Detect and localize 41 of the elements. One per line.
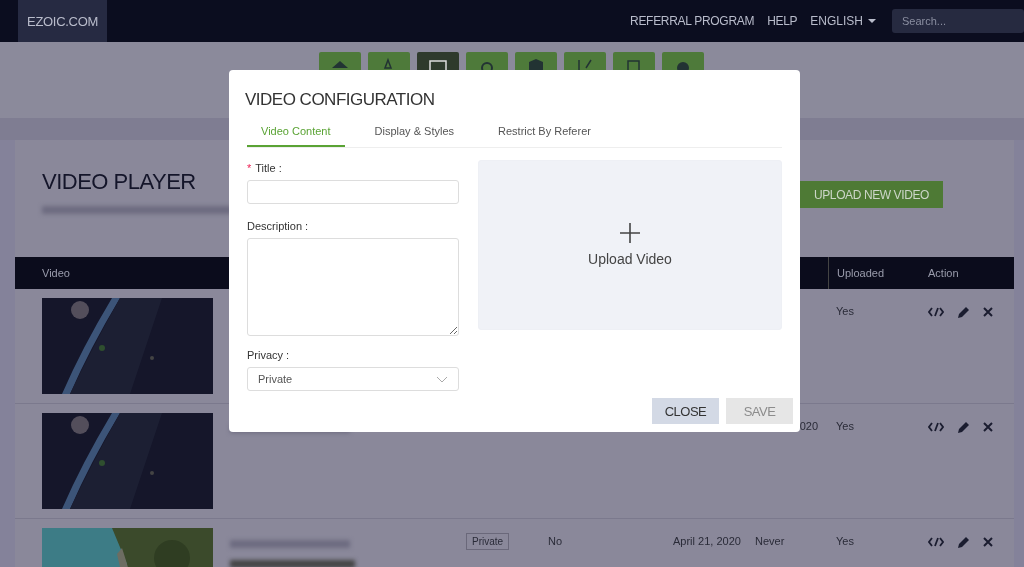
field-label: Privacy : xyxy=(247,349,290,361)
description-field[interactable] xyxy=(247,238,459,336)
required-mark: * xyxy=(247,162,252,174)
column-header: Video xyxy=(42,267,71,279)
close-icon[interactable] xyxy=(982,306,994,318)
nav-link[interactable]: HELP xyxy=(767,14,798,28)
table-cell-text: Never xyxy=(755,534,786,547)
tab[interactable]: Display & Styles xyxy=(360,125,468,147)
modal-title: VIDEO CONFIGURATION xyxy=(245,90,436,110)
tab[interactable]: Restrict By Referer xyxy=(484,125,605,147)
upload-area[interactable]: Upload Video xyxy=(478,160,782,330)
table-cell-text: No xyxy=(548,534,564,547)
table-cell-text: Yes xyxy=(836,419,855,432)
table-cell-text: Yes xyxy=(836,304,855,317)
field-label: Description : xyxy=(247,220,309,232)
search-field[interactable]: Search... xyxy=(892,9,1024,33)
caret-icon xyxy=(868,19,876,23)
code-icon[interactable] xyxy=(928,306,944,318)
site-logo[interactable]: EZOIC.COM xyxy=(18,0,107,42)
table-cell-text: 020 xyxy=(798,419,819,432)
table-cell-text: April 21, 2020 xyxy=(673,534,742,547)
code-icon[interactable] xyxy=(928,536,944,548)
nav-link[interactable]: REFERRAL PROGRAM xyxy=(630,14,755,28)
column-header: Action xyxy=(928,267,960,279)
modal-button[interactable]: CLOSE xyxy=(652,398,719,424)
table-cell-text: Yes xyxy=(836,534,855,547)
title-field[interactable] xyxy=(247,180,459,204)
pencil-icon[interactable] xyxy=(956,306,970,318)
table-cell: Private xyxy=(466,533,510,550)
close-icon[interactable] xyxy=(982,536,994,548)
page-title: VIDEO PLAYER xyxy=(42,169,196,195)
code-icon[interactable] xyxy=(928,421,944,433)
chevron-icon xyxy=(436,375,448,383)
pencil-icon[interactable] xyxy=(956,421,970,433)
language-dropdown[interactable]: ENGLISH xyxy=(810,14,876,28)
pencil-icon[interactable] xyxy=(956,536,970,548)
privacy-select[interactable]: Private xyxy=(247,367,459,391)
close-icon[interactable] xyxy=(982,421,994,433)
column-header: Uploaded xyxy=(837,267,885,279)
plus-icon xyxy=(620,223,640,243)
field-label: Title : xyxy=(255,162,282,174)
